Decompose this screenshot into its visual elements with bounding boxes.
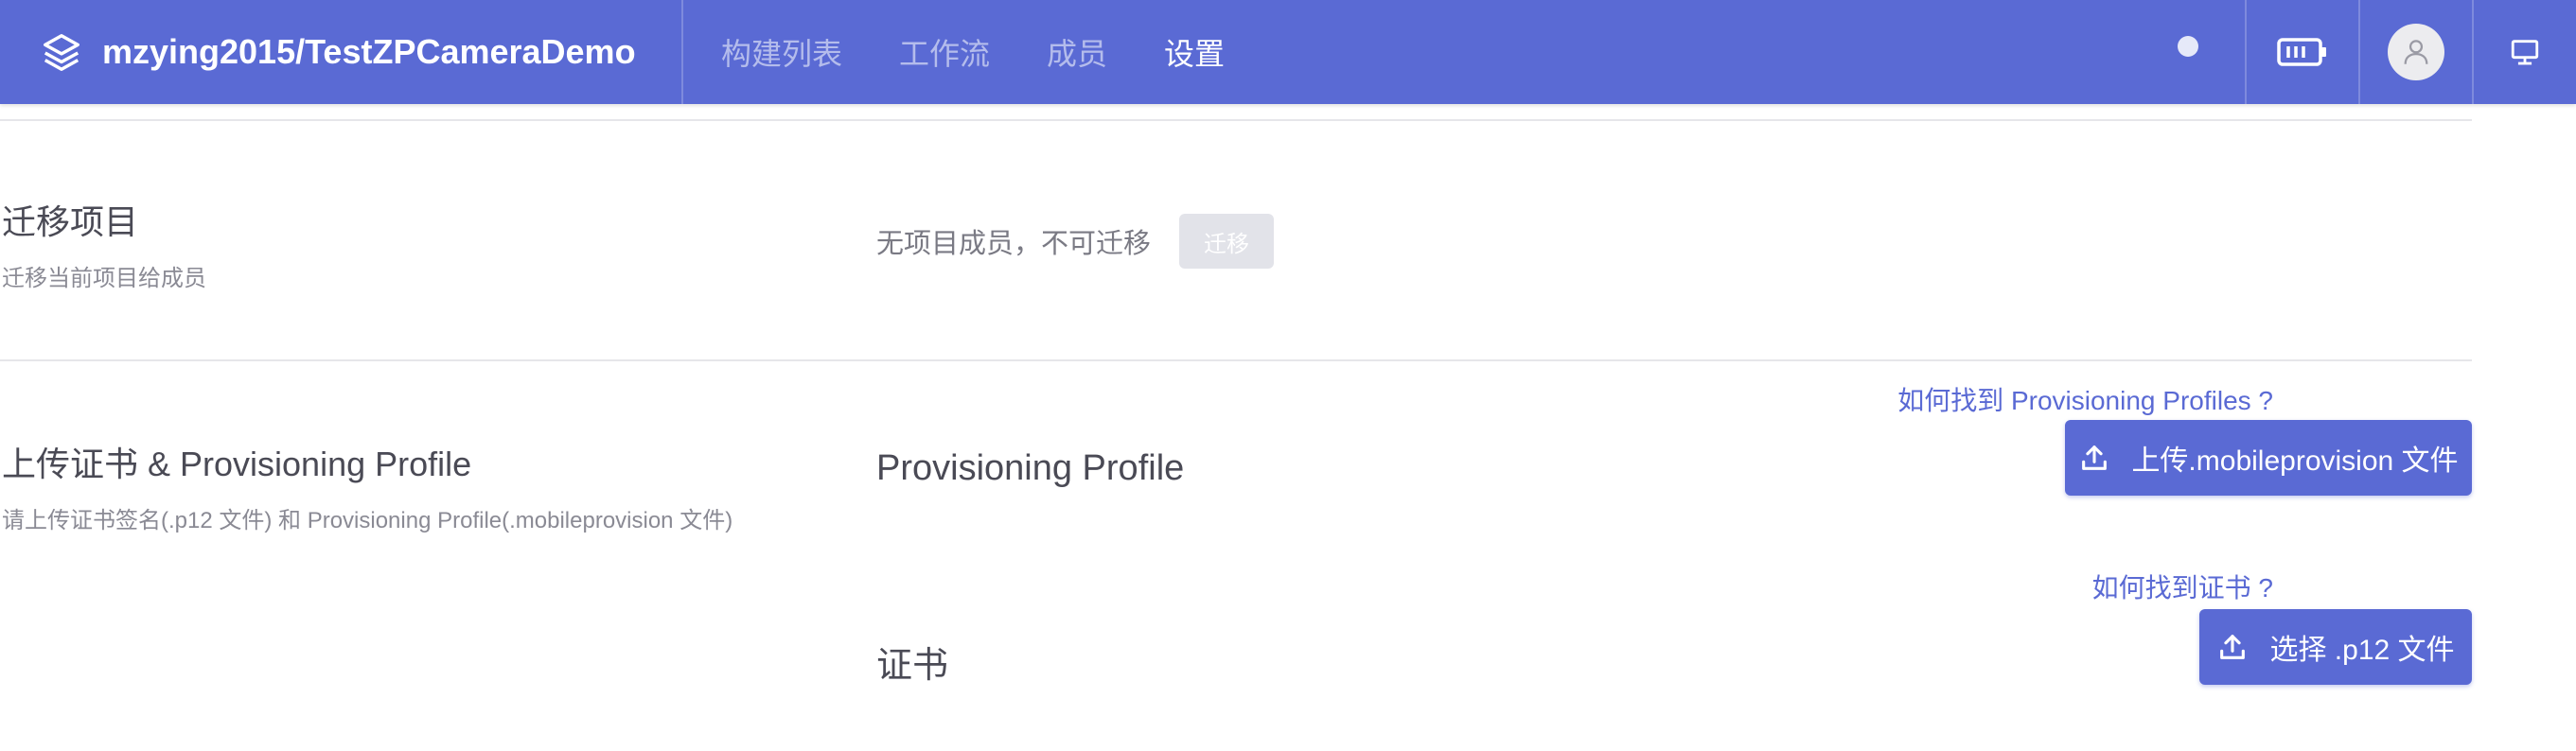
user-avatar-icon — [2404, 40, 2428, 64]
select-p12-button[interactable]: 选择 .p12 文件 — [2199, 609, 2472, 685]
status-dot — [2178, 36, 2198, 57]
provisioning-help-link[interactable]: 如何找到 Provisioning Profiles ? — [1897, 380, 2273, 418]
avatar — [2388, 24, 2444, 80]
navbar-divider — [681, 0, 683, 104]
user-menu-button[interactable] — [2360, 0, 2472, 104]
provisioning-profile-label: Provisioning Profile — [876, 448, 1185, 488]
certificate-label: 证书 — [876, 646, 949, 686]
nav-tab-workflow[interactable]: 工作流 — [899, 30, 990, 74]
migrate-section-title: 迁移项目 — [2, 202, 139, 241]
repo-title: mzying2015/TestZPCameraDemo — [102, 32, 636, 71]
select-p12-label: 选择 .p12 文件 — [2269, 635, 2455, 666]
upload-section-title: 上传证书 & Provisioning Profile — [2, 445, 472, 483]
certificate-help-link[interactable]: 如何找到证书 ? — [2092, 568, 2273, 605]
nav-tab-members[interactable]: 成员 — [1047, 30, 1107, 74]
section-divider — [0, 119, 2472, 121]
top-navbar: mzying2015/TestZPCameraDemo 构建列表 工作流 成员 … — [0, 0, 2576, 104]
upload-icon — [2220, 635, 2246, 659]
upload-icon — [2082, 445, 2108, 470]
layers-icon — [44, 34, 79, 71]
project-brand[interactable]: mzying2015/TestZPCameraDemo — [40, 0, 683, 104]
migrate-button[interactable]: 迁移 — [1179, 214, 1274, 269]
main-nav: 构建列表 工作流 成员 设置 — [721, 0, 1281, 104]
section-divider — [0, 359, 2472, 361]
monitor-button[interactable] — [2474, 0, 2576, 104]
upload-mobileprovision-label: 上传.mobileprovision 文件 — [2131, 445, 2459, 477]
nav-tab-settings[interactable]: 设置 — [1164, 30, 1225, 74]
nav-tab-builds[interactable]: 构建列表 — [721, 30, 842, 74]
battery-button[interactable] — [2247, 0, 2358, 104]
migrate-section-description: 迁移当前项目给成员 — [2, 266, 206, 291]
settings-content: 迁移项目 迁移当前项目给成员 无项目成员，不可迁移 迁移 上传证书 & Prov… — [0, 104, 2472, 751]
upload-mobileprovision-button[interactable]: 上传.mobileprovision 文件 — [2065, 420, 2472, 496]
migrate-hint: 无项目成员，不可迁移 — [876, 229, 1152, 259]
upload-section-description: 请上传证书签名(.p12 文件) 和 Provisioning Profile(… — [2, 508, 733, 533]
battery-icon — [2277, 38, 2326, 66]
monitor-icon — [2511, 40, 2539, 65]
